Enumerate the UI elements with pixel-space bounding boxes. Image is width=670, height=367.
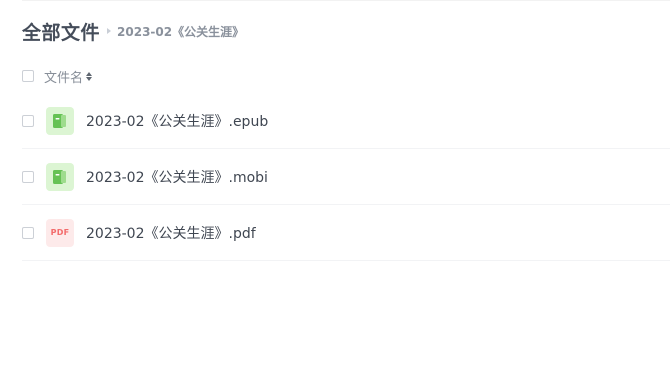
ebook-icon	[46, 162, 74, 191]
file-checkbox[interactable]	[22, 226, 34, 239]
list-header: 文件名	[22, 66, 93, 86]
file-checkbox[interactable]	[22, 114, 34, 127]
file-row[interactable]: 2023-02《公关生涯》.mobi	[22, 149, 670, 205]
pdf-icon: PDF	[46, 218, 74, 247]
file-name[interactable]: 2023-02《公关生涯》.epub	[86, 111, 268, 131]
breadcrumb-root-link[interactable]: 全部文件	[22, 18, 100, 45]
select-all-checkbox[interactable]	[22, 70, 34, 82]
file-row[interactable]: PDF 2023-02《公关生涯》.pdf	[22, 205, 670, 261]
file-row[interactable]: 2023-02《公关生涯》.epub	[22, 93, 670, 149]
sort-icon[interactable]	[86, 71, 93, 81]
file-name[interactable]: 2023-02《公关生涯》.mobi	[86, 167, 268, 187]
ebook-icon	[46, 106, 74, 135]
file-name[interactable]: 2023-02《公关生涯》.pdf	[86, 223, 256, 243]
breadcrumb-separator-icon	[107, 28, 112, 34]
breadcrumb-current-folder: 2023-02《公关生涯》	[117, 24, 245, 39]
file-checkbox[interactable]	[22, 170, 34, 183]
breadcrumb: 全部文件 2023-02《公关生涯》	[22, 17, 244, 45]
file-browser: 全部文件 2023-02《公关生涯》 文件名 2023-02《公关生涯》.epu…	[0, 0, 670, 367]
divider	[22, 0, 670, 1]
column-header-filename[interactable]: 文件名	[44, 67, 83, 86]
